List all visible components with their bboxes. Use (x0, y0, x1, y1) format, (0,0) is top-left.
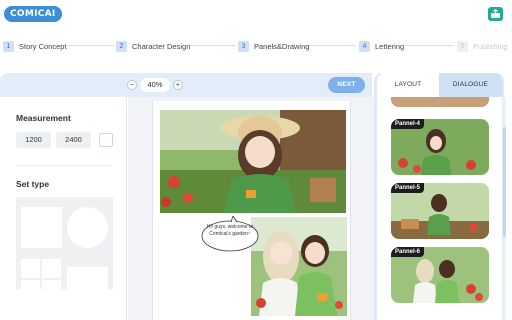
layout-option-square[interactable] (21, 207, 62, 248)
panel-thumbnail-list: Pannel-4 Pannel-5 Pannel-6 (377, 97, 502, 320)
scrollbar-thumb[interactable] (503, 127, 506, 237)
layout-option-wide[interactable] (67, 267, 108, 291)
layout-panel: LAYOUT DIALOGUE Pannel-4 Pannel-5 Pannel… (377, 73, 506, 320)
next-step-button[interactable]: NEXT STEP (328, 77, 365, 104)
step-number: 2 (116, 40, 127, 52)
progress-stepper: 1 Story Concept 2 Character Design 3 Pan… (0, 38, 512, 54)
divider (16, 165, 112, 166)
comic-panel-1[interactable] (160, 110, 346, 213)
comic-panel-2[interactable] (251, 217, 347, 316)
comic-page[interactable]: Hi! guys, welcome to Comicai's garden~ (152, 101, 351, 320)
layout-option-grid-4[interactable] (21, 259, 40, 278)
panel-thumbnail[interactable]: Pannel-4 (391, 119, 489, 175)
step-label: Story Concept (19, 41, 67, 51)
thumbnail-label: Pannel-5 (391, 183, 425, 193)
layout-option-grid-4[interactable] (42, 259, 61, 278)
layout-option-circle[interactable] (67, 207, 108, 248)
speech-bubble-text: Hi! guys, welcome to Comicai's garden~ (206, 224, 254, 237)
panel-thumbnail[interactable]: Pannel-6 (391, 247, 489, 303)
zoom-in-button[interactable]: + (173, 80, 183, 90)
step-publishing: 5 Publishing (457, 38, 508, 54)
step-story-concept[interactable]: 1 Story Concept (3, 38, 67, 54)
step-number: 4 (359, 40, 370, 52)
step-panels-drawing[interactable]: 3 Panels&Drawing (238, 38, 309, 54)
app-logo[interactable]: COMICAI (4, 6, 62, 22)
canvas-toolbar: − 40% + NEXT STEP (0, 73, 372, 104)
thumbnail-label: Pannel-6 (391, 247, 425, 257)
thumbnail-label: Pannel-4 (391, 119, 425, 129)
step-label: Character Design (132, 41, 191, 51)
layout-option-grid-4[interactable] (42, 280, 61, 299)
aspect-lock-checkbox[interactable] (99, 133, 113, 147)
step-number: 5 (457, 40, 468, 52)
step-label: Lettering (375, 41, 405, 51)
height-input[interactable]: 2400 (56, 132, 91, 148)
comic-canvas[interactable]: Hi! guys, welcome to Comicai's garden~ (128, 97, 374, 320)
editor-workspace: − 40% + NEXT STEP Measurement 1200 2400 … (0, 73, 512, 320)
tab-layout[interactable]: LAYOUT (377, 73, 439, 97)
layout-option-grid-4[interactable] (21, 280, 40, 299)
layout-type-grid (16, 197, 113, 299)
thumbnail-scrollbar[interactable] (503, 97, 506, 320)
properties-panel: Measurement 1200 2400 Set type (0, 97, 127, 320)
tab-dialogue[interactable]: DIALOGUE (439, 73, 502, 97)
top-bar: COMICAI (0, 0, 512, 30)
width-input[interactable]: 1200 (16, 132, 51, 148)
measurement-heading: Measurement (16, 113, 71, 123)
step-character-design[interactable]: 2 Character Design (116, 38, 190, 54)
step-label: Panels&Drawing (254, 41, 310, 51)
step-number: 3 (238, 40, 249, 52)
speech-bubble[interactable]: Hi! guys, welcome to Comicai's garden~ (201, 216, 259, 252)
zoom-level: 40% (140, 78, 170, 92)
share-icon[interactable] (488, 7, 503, 21)
zoom-out-button[interactable]: − (127, 80, 137, 90)
step-number: 1 (3, 40, 14, 52)
panel-thumbnail[interactable]: Pannel-5 (391, 183, 489, 239)
step-label: Publishing (473, 41, 508, 51)
panel-thumbnail-partial[interactable] (391, 97, 489, 107)
step-lettering[interactable]: 4 Lettering (359, 38, 404, 54)
set-type-heading: Set type (16, 179, 50, 189)
